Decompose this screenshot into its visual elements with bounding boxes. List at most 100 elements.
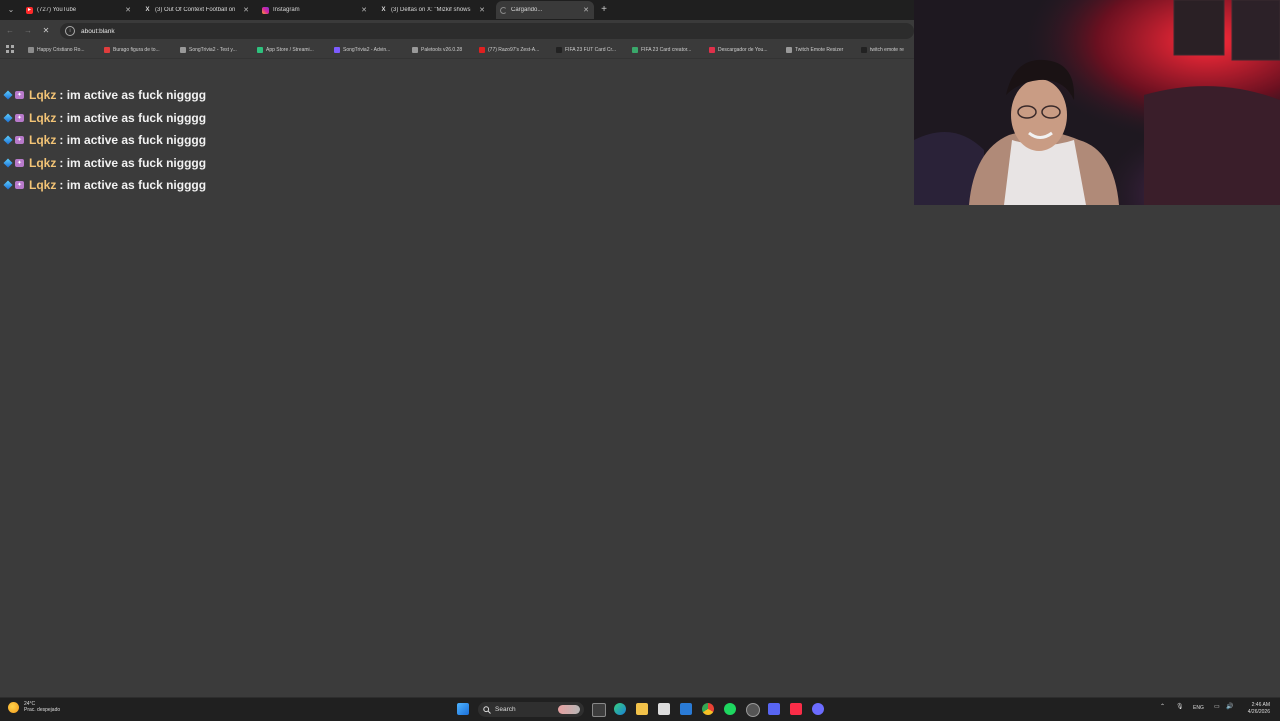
store-icon[interactable] bbox=[658, 703, 670, 715]
language-indicator[interactable]: ENG bbox=[1193, 705, 1204, 711]
bookmark-label: FIFA 23 FUT Card Cr... bbox=[565, 47, 617, 53]
new-tab-button[interactable]: + bbox=[598, 3, 610, 17]
bookmark-label: Twitch Emote Resizer bbox=[795, 47, 844, 53]
tab-cargando[interactable]: Cargando... ✕ bbox=[496, 1, 594, 19]
system-clock[interactable]: 2:46 AM 4/26/2026 bbox=[1248, 702, 1270, 715]
windows-taskbar: 24°C Prac. despejado Search ⌃ 🎙 ENG ▭ 🔊 … bbox=[0, 697, 1280, 721]
bookmark-item[interactable]: Paletools v26.0.28 bbox=[412, 44, 462, 56]
chrome-icon[interactable] bbox=[702, 703, 714, 715]
bookmark-item[interactable]: SongTrivia2 - Advin... bbox=[334, 44, 390, 56]
tab-instagram[interactable]: Instagram ✕ bbox=[258, 1, 372, 19]
chat-overlay: ✦ Lqkz : im active as fuck nigggg ✦ Lqkz… bbox=[3, 84, 207, 197]
bookmark-item[interactable]: Happy Cristiano Ro... bbox=[28, 44, 85, 56]
bookmark-label: FIFA 23 Card creator... bbox=[641, 47, 692, 53]
tab-deltas[interactable]: X (3) Deltas on X: "Mizkif shows ✕ bbox=[376, 1, 490, 19]
chat-text: im active as fuck nigggg bbox=[66, 110, 207, 125]
close-icon[interactable]: ✕ bbox=[360, 6, 368, 14]
bookmark-favicon-icon bbox=[479, 47, 485, 53]
chat-text: im active as fuck nigggg bbox=[66, 88, 207, 103]
forward-icon[interactable]: → bbox=[22, 25, 34, 37]
subscriber-badge-icon: ✦ bbox=[15, 181, 24, 190]
loading-icon bbox=[500, 6, 507, 14]
weather-desc: Prac. despejado bbox=[24, 707, 61, 713]
weather-sun-icon bbox=[8, 701, 19, 713]
bookmark-item[interactable]: Twitch Emote Resizer bbox=[786, 44, 843, 56]
close-icon[interactable]: ✕ bbox=[124, 6, 132, 14]
bookmark-favicon-icon bbox=[334, 47, 340, 53]
webcam-feed-image bbox=[914, 0, 1280, 205]
bookmark-label: (77) Razo97's Zest-A... bbox=[488, 47, 540, 53]
discord-icon[interactable] bbox=[768, 703, 780, 715]
microphone-icon[interactable]: 🎙 bbox=[1176, 703, 1184, 710]
edge-icon[interactable] bbox=[614, 703, 626, 715]
bookmark-item[interactable]: FIFA 23 FUT Card Cr... bbox=[556, 44, 616, 56]
windows-start-icon[interactable] bbox=[457, 703, 469, 715]
close-icon[interactable]: ✕ bbox=[582, 6, 590, 14]
bookmark-label: SongTrivia2 - Advin... bbox=[343, 47, 391, 53]
task-view-icon[interactable] bbox=[592, 703, 606, 717]
bookmark-favicon-icon bbox=[412, 47, 418, 53]
chat-username: Lqkz bbox=[29, 110, 57, 125]
volume-icon[interactable]: 🔊 bbox=[1226, 703, 1233, 710]
app-icon[interactable] bbox=[812, 703, 824, 715]
bookmark-label: Happy Cristiano Ro... bbox=[37, 47, 85, 53]
bookmark-label: App Store / Streami... bbox=[266, 47, 314, 53]
obs-icon[interactable] bbox=[746, 703, 760, 717]
bookmark-item[interactable]: App Store / Streami... bbox=[257, 44, 314, 56]
tab-search-chevron-icon[interactable]: ⌄ bbox=[4, 3, 18, 17]
bookmark-item[interactable]: FIFA 23 Card creator... bbox=[632, 44, 691, 56]
chat-text: im active as fuck nigggg bbox=[66, 178, 207, 193]
bookmark-favicon-icon bbox=[786, 47, 792, 53]
x-icon: X bbox=[145, 6, 150, 13]
diamond-badge-icon bbox=[3, 90, 13, 100]
bookmark-favicon-icon bbox=[28, 47, 34, 53]
diamond-badge-icon bbox=[3, 158, 13, 168]
tray-chevron-up-icon[interactable]: ⌃ bbox=[1160, 703, 1165, 710]
tab-youtube[interactable]: ▸ (727) YouTube ✕ bbox=[22, 1, 136, 19]
address-bar[interactable]: i about:blank bbox=[60, 23, 914, 39]
bookmark-item[interactable]: (77) Razo97's Zest-A... bbox=[479, 44, 539, 56]
taskbar-search[interactable]: Search bbox=[478, 702, 584, 717]
chat-separator: : bbox=[59, 110, 64, 125]
music-icon[interactable] bbox=[790, 703, 802, 715]
tab-label: Cargando... bbox=[511, 7, 543, 13]
spotify-icon[interactable] bbox=[724, 703, 736, 715]
chat-separator: : bbox=[59, 155, 64, 170]
close-icon[interactable]: ✕ bbox=[478, 6, 486, 14]
chat-username: Lqkz bbox=[29, 88, 57, 103]
subscriber-badge-icon: ✦ bbox=[15, 91, 24, 100]
tab-out-of-context-football[interactable]: X (3) Out Of Context Football on ✕ bbox=[140, 1, 254, 19]
bookmark-favicon-icon bbox=[556, 47, 562, 53]
tab-label: (3) Deltas on X: "Mizkif shows bbox=[391, 7, 471, 13]
chat-message: ✦ Lqkz : im active as fuck nigggg bbox=[3, 107, 207, 130]
site-info-icon[interactable]: i bbox=[65, 26, 75, 36]
chat-message: ✦ Lqkz : im active as fuck nigggg bbox=[3, 152, 206, 175]
bookmark-label: Paletools v26.0.28 bbox=[421, 47, 463, 53]
bookmark-label: Burago figura de to... bbox=[113, 47, 160, 53]
diamond-badge-icon bbox=[3, 180, 13, 190]
chat-separator: : bbox=[59, 88, 64, 103]
bookmark-label: SongTrivia2 - Test y... bbox=[189, 47, 237, 53]
bookmark-item[interactable]: twitch emote re bbox=[861, 44, 904, 56]
network-icon[interactable]: ▭ bbox=[1214, 703, 1220, 710]
chat-separator: : bbox=[59, 133, 64, 148]
x-icon: X bbox=[381, 6, 386, 13]
chat-message: ✦ Lqkz : im active as fuck nigggg bbox=[3, 129, 206, 152]
bookmark-favicon-icon bbox=[709, 47, 715, 53]
mail-icon[interactable] bbox=[680, 703, 692, 715]
chat-separator: : bbox=[59, 178, 64, 193]
bookmark-item[interactable]: SongTrivia2 - Test y... bbox=[180, 44, 237, 56]
bookmark-item[interactable]: Descargador de You... bbox=[709, 44, 767, 56]
weather-widget[interactable]: 24°C Prac. despejado bbox=[8, 701, 60, 713]
clock-date: 4/26/2026 bbox=[1247, 708, 1270, 715]
instagram-icon bbox=[262, 6, 269, 14]
bookmark-item[interactable]: Burago figura de to... bbox=[104, 44, 160, 56]
close-icon[interactable]: ✕ bbox=[242, 6, 250, 14]
apps-grid-icon[interactable] bbox=[6, 45, 15, 54]
chat-username: Lqkz bbox=[29, 178, 57, 193]
bookmark-favicon-icon bbox=[632, 47, 638, 53]
file-explorer-icon[interactable] bbox=[636, 703, 648, 715]
stop-loading-icon[interactable]: ✕ bbox=[40, 25, 52, 37]
search-label: Search bbox=[495, 706, 516, 713]
back-icon[interactable]: ← bbox=[4, 25, 16, 37]
